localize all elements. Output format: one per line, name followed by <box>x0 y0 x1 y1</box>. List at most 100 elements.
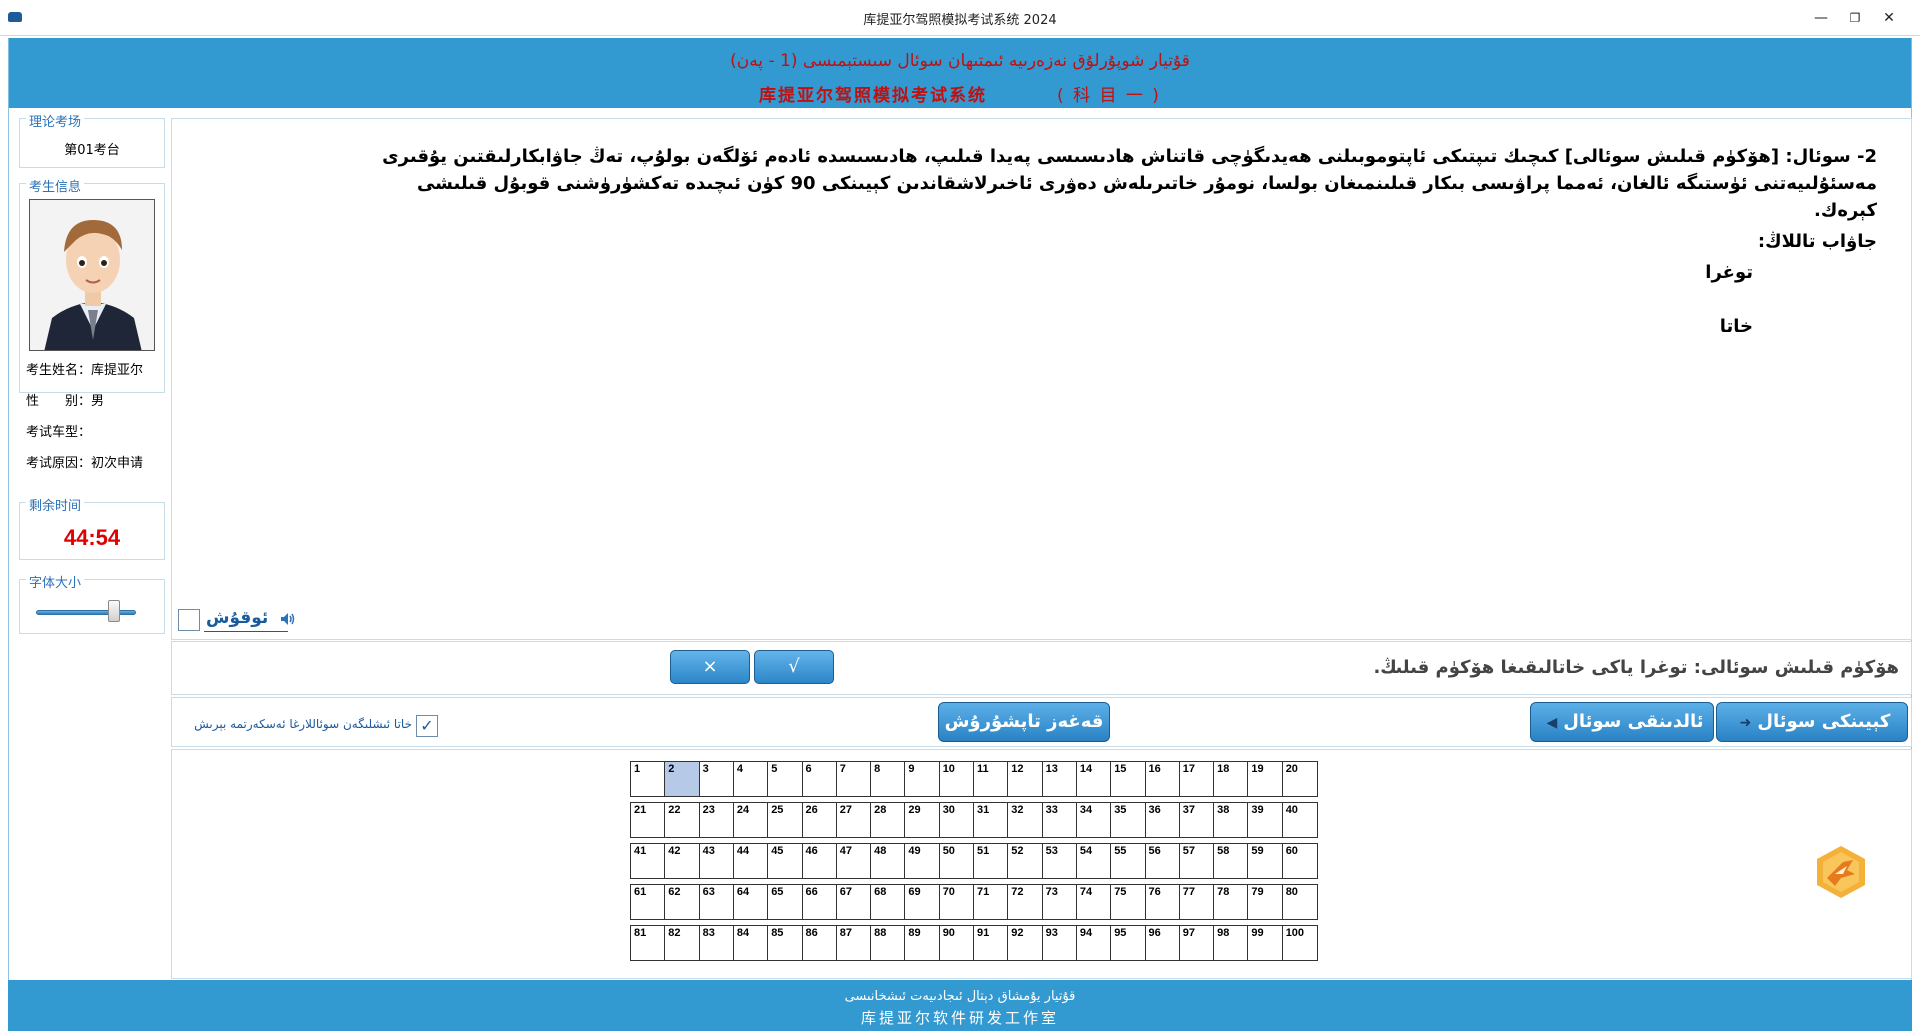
question-cell[interactable]: 47 <box>835 843 872 879</box>
question-cell[interactable]: 9 <box>904 761 941 797</box>
question-cell[interactable]: 11 <box>973 761 1009 797</box>
question-cell[interactable]: 97 <box>1178 925 1215 961</box>
question-cell[interactable]: 43 <box>698 843 735 879</box>
question-cell[interactable]: 27 <box>835 802 872 838</box>
font-size-slider-thumb[interactable] <box>108 600 120 622</box>
question-cell[interactable]: 36 <box>1144 802 1181 838</box>
question-cell[interactable]: 37 <box>1178 802 1215 838</box>
question-cell[interactable]: 76 <box>1144 884 1181 920</box>
question-cell[interactable]: 64 <box>732 884 769 920</box>
question-cell[interactable]: 20 <box>1281 761 1318 797</box>
question-cell[interactable]: 14 <box>1075 761 1112 797</box>
question-cell[interactable]: 16 <box>1144 761 1181 797</box>
question-cell[interactable]: 63 <box>698 884 735 920</box>
question-cell[interactable]: 53 <box>1041 843 1078 879</box>
question-cell[interactable]: 98 <box>1213 925 1250 961</box>
question-cell[interactable]: 52 <box>1007 843 1044 879</box>
question-cell[interactable]: 6 <box>801 761 838 797</box>
question-cell[interactable]: 56 <box>1144 843 1181 879</box>
question-cell[interactable]: 94 <box>1075 925 1112 961</box>
question-cell[interactable]: 40 <box>1281 802 1318 838</box>
question-cell[interactable]: 8 <box>870 761 907 797</box>
question-cell[interactable]: 24 <box>732 802 769 838</box>
question-cell[interactable]: 1 <box>630 761 666 797</box>
option-true[interactable]: توغرا <box>1705 262 1753 283</box>
question-cell[interactable]: 15 <box>1110 761 1147 797</box>
question-cell[interactable]: 21 <box>630 802 666 838</box>
question-cell[interactable]: 67 <box>835 884 872 920</box>
question-cell[interactable]: 85 <box>767 925 804 961</box>
question-cell[interactable]: 80 <box>1281 884 1318 920</box>
question-cell[interactable]: 99 <box>1247 925 1284 961</box>
question-cell[interactable]: 96 <box>1144 925 1181 961</box>
question-cell[interactable]: 13 <box>1041 761 1078 797</box>
answer-right-button[interactable]: √ <box>754 650 834 684</box>
question-cell[interactable]: 35 <box>1110 802 1147 838</box>
question-cell[interactable]: 65 <box>767 884 804 920</box>
question-cell[interactable]: 12 <box>1007 761 1044 797</box>
question-cell[interactable]: 29 <box>904 802 941 838</box>
question-cell[interactable]: 4 <box>732 761 769 797</box>
minimize-button[interactable]: — <box>1804 6 1838 30</box>
question-cell[interactable]: 69 <box>904 884 941 920</box>
question-cell[interactable]: 33 <box>1041 802 1078 838</box>
font-size-slider-track[interactable] <box>36 610 136 615</box>
question-cell[interactable]: 79 <box>1247 884 1284 920</box>
previous-question-button[interactable]: ئالدىنقى سوئال ◀ <box>1530 702 1714 742</box>
question-cell[interactable]: 32 <box>1007 802 1044 838</box>
question-cell[interactable]: 42 <box>664 843 701 879</box>
question-cell[interactable]: 3 <box>698 761 735 797</box>
question-cell[interactable]: 62 <box>664 884 701 920</box>
question-cell[interactable]: 54 <box>1075 843 1112 879</box>
question-cell[interactable]: 86 <box>801 925 838 961</box>
question-cell[interactable]: 70 <box>938 884 975 920</box>
question-cell[interactable]: 51 <box>973 843 1009 879</box>
question-cell[interactable]: 2 <box>664 761 701 797</box>
question-cell[interactable]: 93 <box>1041 925 1078 961</box>
question-cell[interactable]: 72 <box>1007 884 1044 920</box>
question-cell[interactable]: 44 <box>732 843 769 879</box>
question-cell[interactable]: 31 <box>973 802 1009 838</box>
question-cell[interactable]: 68 <box>870 884 907 920</box>
question-cell[interactable]: 75 <box>1110 884 1147 920</box>
question-cell[interactable]: 89 <box>904 925 941 961</box>
question-cell[interactable]: 92 <box>1007 925 1044 961</box>
question-cell[interactable]: 95 <box>1110 925 1147 961</box>
question-cell[interactable]: 45 <box>767 843 804 879</box>
question-cell[interactable]: 49 <box>904 843 941 879</box>
read-aloud-checkbox[interactable] <box>178 609 200 631</box>
question-cell[interactable]: 41 <box>630 843 666 879</box>
question-cell[interactable]: 74 <box>1075 884 1112 920</box>
maximize-button[interactable]: ❐ <box>1838 6 1872 30</box>
question-cell[interactable]: 39 <box>1247 802 1284 838</box>
question-cell[interactable]: 78 <box>1213 884 1250 920</box>
question-cell[interactable]: 57 <box>1178 843 1215 879</box>
question-cell[interactable]: 100 <box>1281 925 1318 961</box>
question-cell[interactable]: 30 <box>938 802 975 838</box>
question-cell[interactable]: 19 <box>1247 761 1284 797</box>
submit-exam-button[interactable]: قەغەز تاپشۇرۇش <box>938 702 1110 742</box>
question-cell[interactable]: 81 <box>630 925 666 961</box>
answer-wrong-button[interactable]: × <box>670 650 750 684</box>
speaker-icon[interactable] <box>280 612 296 626</box>
wrong-answer-alert-checkbox[interactable]: ✓ <box>416 715 438 737</box>
question-cell[interactable]: 59 <box>1247 843 1284 879</box>
question-cell[interactable]: 10 <box>938 761 975 797</box>
question-cell[interactable]: 88 <box>870 925 907 961</box>
question-cell[interactable]: 18 <box>1213 761 1250 797</box>
close-button[interactable]: ✕ <box>1872 6 1906 30</box>
read-aloud-label[interactable]: ئوقۇش <box>206 608 268 628</box>
question-cell[interactable]: 66 <box>801 884 838 920</box>
next-question-button[interactable]: كېيىنكى سوئال ➜ <box>1716 702 1908 742</box>
question-cell[interactable]: 87 <box>835 925 872 961</box>
question-cell[interactable]: 77 <box>1178 884 1215 920</box>
question-cell[interactable]: 71 <box>973 884 1009 920</box>
question-cell[interactable]: 23 <box>698 802 735 838</box>
question-cell[interactable]: 60 <box>1281 843 1318 879</box>
question-cell[interactable]: 26 <box>801 802 838 838</box>
question-cell[interactable]: 7 <box>835 761 872 797</box>
question-cell[interactable]: 22 <box>664 802 701 838</box>
question-cell[interactable]: 38 <box>1213 802 1250 838</box>
question-cell[interactable]: 48 <box>870 843 907 879</box>
question-cell[interactable]: 25 <box>767 802 804 838</box>
